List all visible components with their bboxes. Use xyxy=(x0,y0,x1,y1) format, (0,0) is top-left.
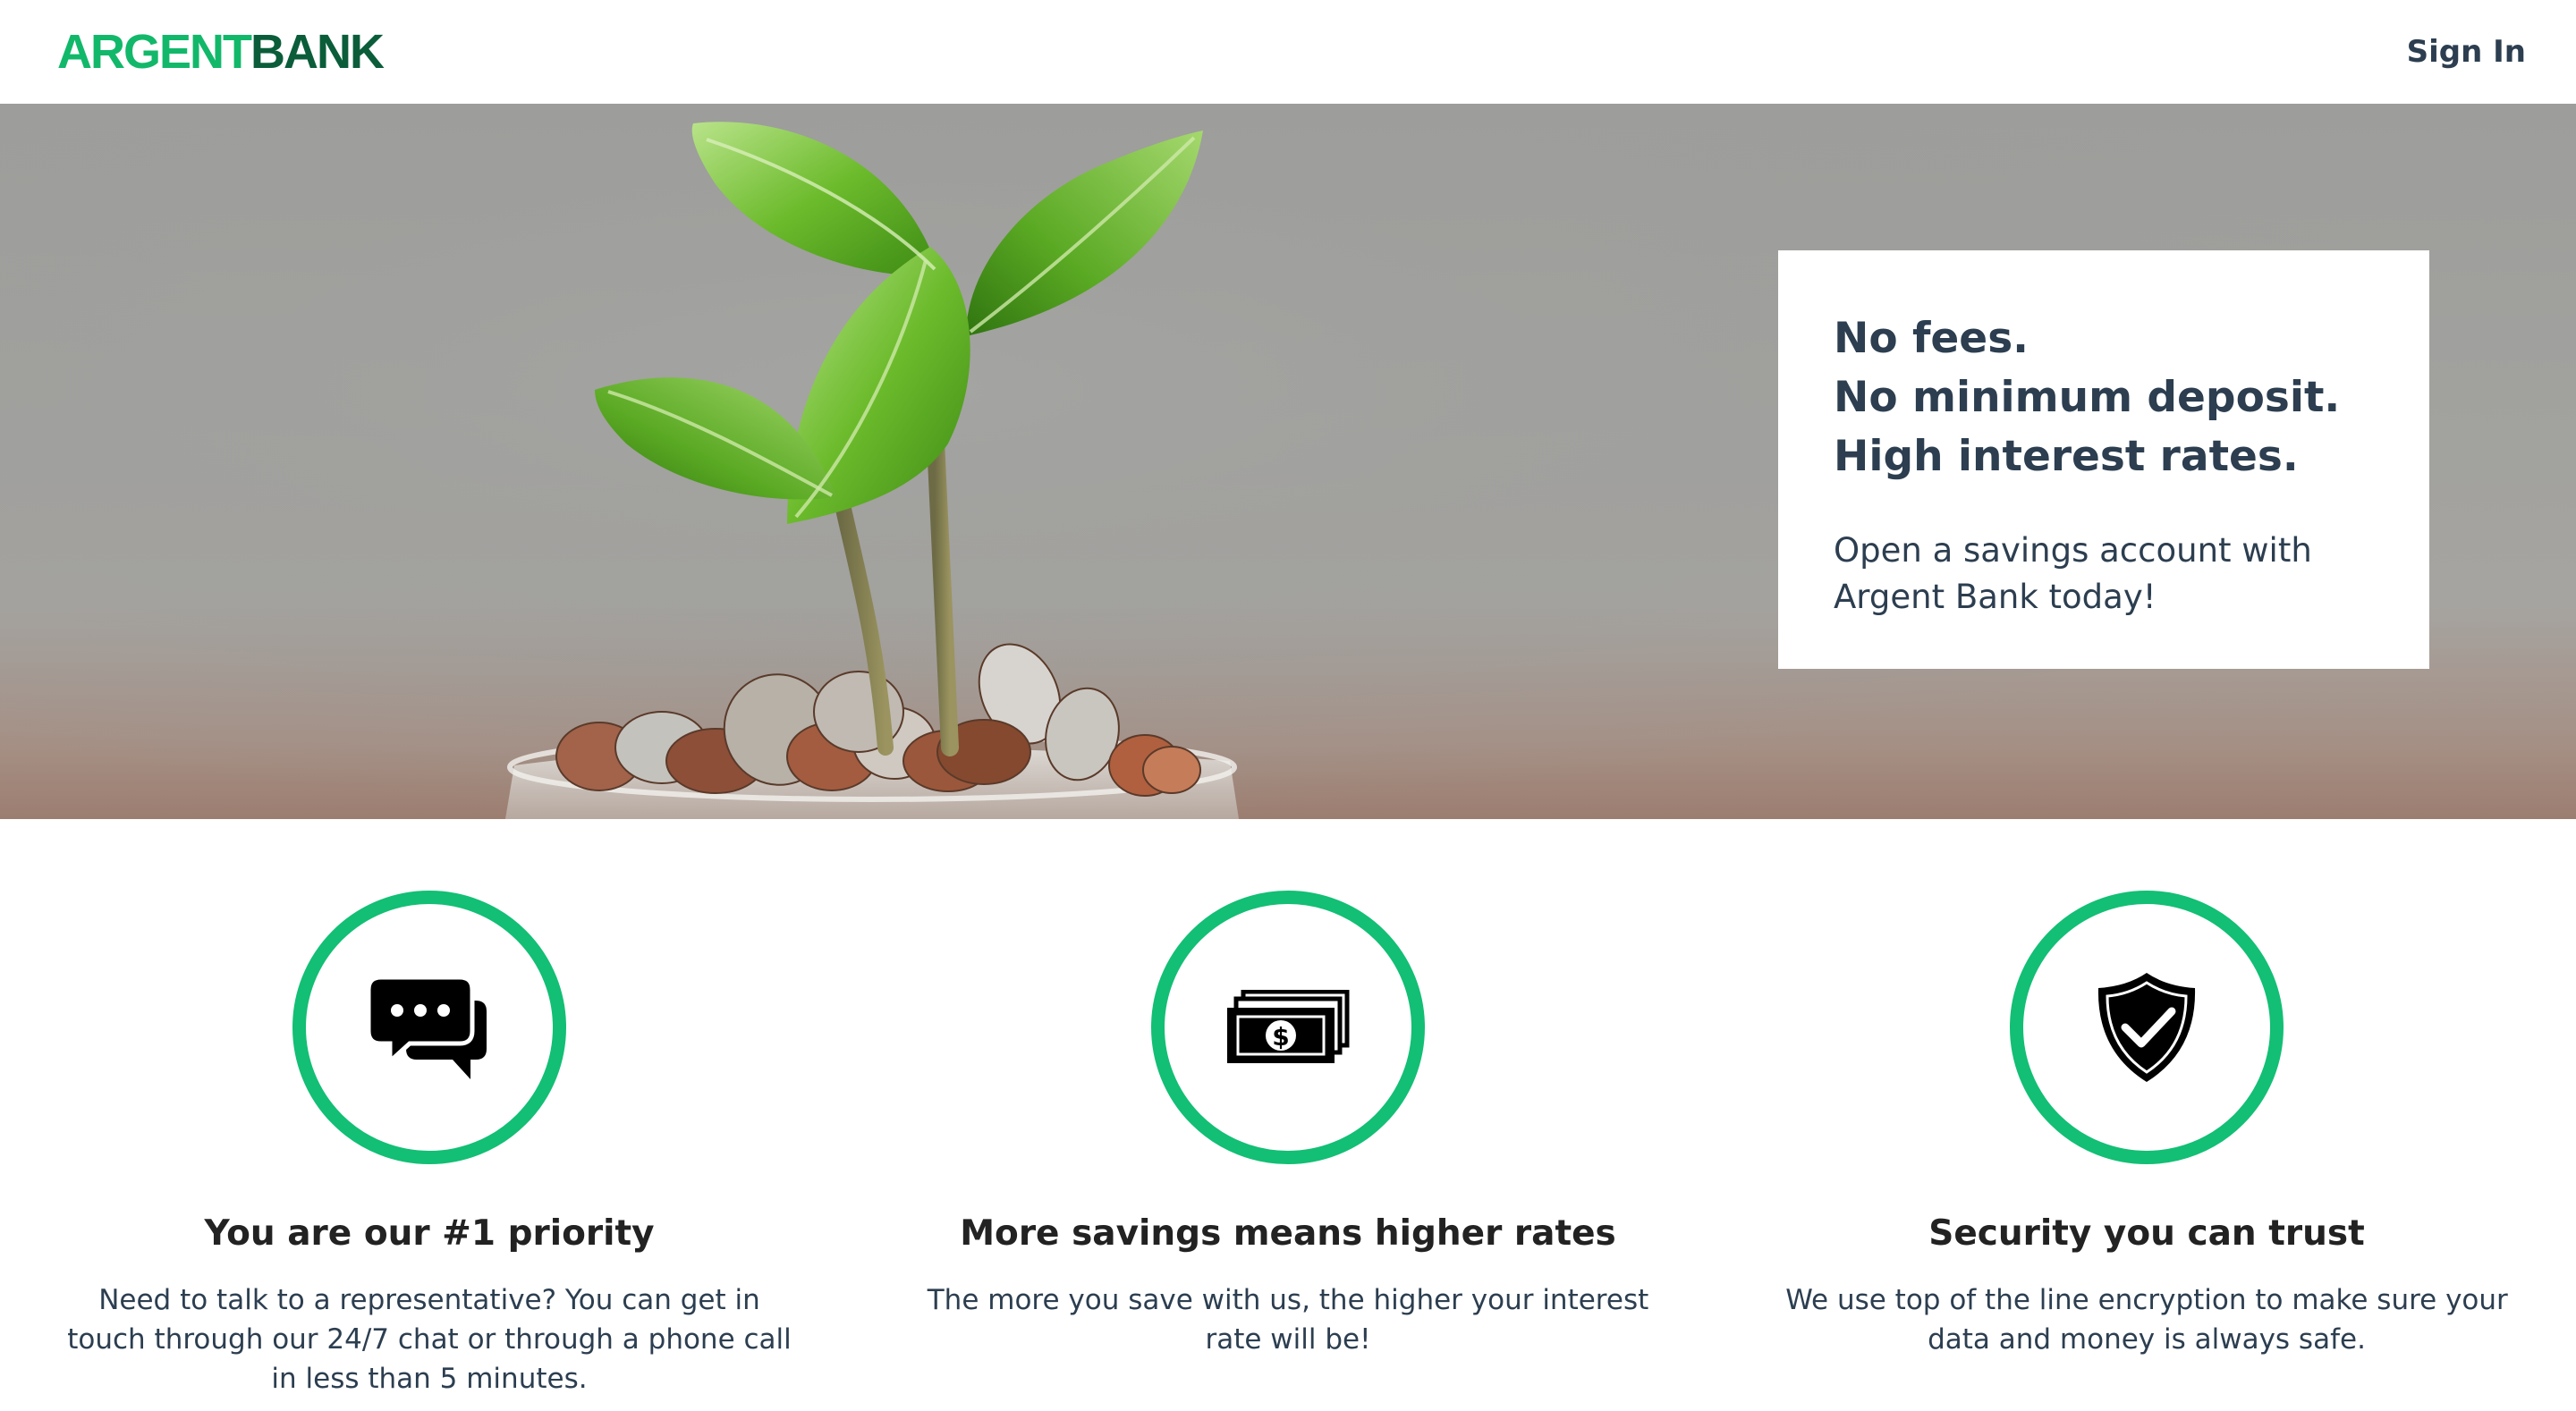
shield-check-icon xyxy=(2097,973,2196,1082)
svg-text:$: $ xyxy=(1272,1022,1289,1052)
features-section: You are our #1 priority Need to talk to … xyxy=(0,819,2576,1411)
feature-title: More savings means higher rates xyxy=(960,1213,1616,1254)
hero-headline: No fees. No minimum deposit. High intere… xyxy=(1834,309,2374,486)
feature-icon-ring xyxy=(2010,891,2284,1164)
main-nav: ARGENT BANK Sign In xyxy=(0,0,2576,104)
hero-subtext: Open a savings account with Argent Bank … xyxy=(1834,531,2312,616)
feature-title: You are our #1 priority xyxy=(204,1213,655,1254)
argent-bank-logo[interactable]: ARGENT BANK xyxy=(57,24,385,80)
chat-icon xyxy=(370,975,487,1079)
money-icon: $ xyxy=(1227,990,1350,1063)
feature-icon-ring xyxy=(292,891,566,1164)
feature-title: Security you can trust xyxy=(1928,1213,2365,1254)
feature-item-security: Security you can trust We use top of the… xyxy=(1744,819,2549,1359)
hero-banner: No fees. No minimum deposit. High intere… xyxy=(0,104,2576,819)
headline-line-2: No minimum deposit. xyxy=(1834,373,2341,422)
hero-promo-card: No fees. No minimum deposit. High intere… xyxy=(1778,250,2429,669)
feature-item-savings: $ More savings means higher rates The mo… xyxy=(886,819,1690,1359)
feature-description: Need to talk to a representative? You ca… xyxy=(67,1284,792,1395)
logo-text-argent: ARGENT xyxy=(57,25,252,79)
logo-text-bank: BANK xyxy=(250,25,385,79)
feature-description: The more you save with us, the higher yo… xyxy=(927,1284,1649,1356)
headline-line-1: No fees. xyxy=(1834,314,2029,363)
feature-description: We use top of the line encryption to mak… xyxy=(1785,1284,2508,1356)
headline-line-3: High interest rates. xyxy=(1834,432,2299,481)
feature-item-priority: You are our #1 priority Need to talk to … xyxy=(27,819,832,1398)
sign-in-link[interactable]: Sign In xyxy=(2407,34,2526,70)
feature-icon-ring: $ xyxy=(1151,891,1425,1164)
